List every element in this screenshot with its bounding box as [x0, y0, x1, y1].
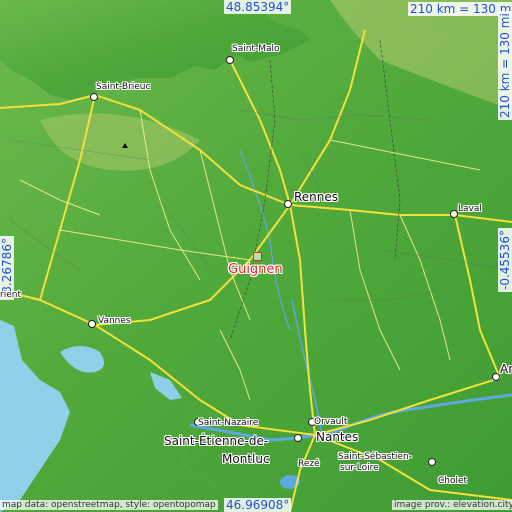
- scale-top: 210 km = 130 mi: [408, 2, 512, 16]
- map-credit: map data: openstreetmap, style: opentopo…: [0, 500, 218, 510]
- place-label-cholet: Cholet: [438, 476, 468, 486]
- place-label-laval: Laval: [458, 204, 482, 214]
- place-label-saint-malo: Saint-Malo: [232, 44, 280, 54]
- city-dot-saint-brieuc: [90, 93, 98, 101]
- right-longitude: -0.45536°: [498, 228, 512, 292]
- place-label-saint-sebastien-line1: Saint-Sébastien-: [338, 452, 412, 462]
- place-label-reze: Rezé: [298, 459, 320, 469]
- map-view[interactable]: 48.85394° 46.96908° -3.26786° -0.45536° …: [0, 0, 512, 512]
- city-dot-nantes: [294, 434, 302, 442]
- image-provider-credit: image prov.: elevation.city: [392, 500, 512, 510]
- city-dot-vannes: [88, 320, 96, 328]
- peak-icon: [122, 143, 128, 148]
- place-label-saint-etienne-line2: Montluc: [222, 452, 270, 466]
- place-label-saint-nazaire: Saint-Nazaire: [198, 418, 259, 428]
- city-dot-cholet: [428, 458, 436, 466]
- place-label-angers: Ar: [500, 362, 512, 376]
- city-dot-saint-malo: [226, 56, 234, 64]
- bottom-latitude: 46.96908°: [224, 498, 292, 512]
- location-marker-icon[interactable]: [253, 252, 262, 261]
- city-dot-angers: [492, 373, 500, 381]
- top-latitude: 48.85394°: [224, 0, 292, 14]
- place-label-rennes: Rennes: [294, 190, 339, 204]
- city-dot-rennes: [284, 200, 292, 208]
- place-label-nantes: Nantes: [316, 430, 359, 444]
- place-label-vannes: Vannes: [98, 316, 131, 326]
- scale-side: 210 km = 130 mi: [498, 11, 512, 120]
- place-label-orvault: Orvault: [314, 417, 348, 427]
- place-label-lorient: rient: [0, 290, 21, 300]
- place-label-saint-etienne-line1: Saint-Étienne-de-: [164, 434, 269, 448]
- city-dot-laval: [450, 210, 458, 218]
- place-label-saint-sebastien-line2: sur-Loire: [340, 463, 379, 473]
- place-label-saint-brieuc: Saint-Brieuc: [96, 82, 151, 92]
- highlight-place-label: Guignen: [228, 262, 283, 277]
